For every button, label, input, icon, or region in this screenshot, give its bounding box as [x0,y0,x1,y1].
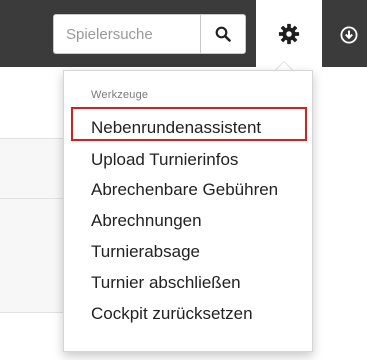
settings-button[interactable] [256,0,322,67]
search-icon [215,26,231,42]
menu-item-nebenrundenassistent[interactable]: Nebenrundenassistent [91,118,261,138]
background-panel [0,138,70,313]
download-icon [340,26,358,44]
download-button[interactable] [331,17,367,53]
tools-dropdown-menu: Werkzeuge Nebenrundenassistent Upload Tu… [63,70,313,352]
gear-icon [278,23,300,44]
search-button[interactable] [200,15,245,53]
menu-item-abrechnungen[interactable]: Abrechnungen [91,211,202,231]
menu-item-upload-turnierinfos[interactable]: Upload Turnierinfos [91,150,238,170]
menu-item-abrechenbare-gebuehren[interactable]: Abrechenbare Gebühren [91,180,278,200]
menu-item-turnier-abschliessen[interactable]: Turnier abschließen [91,273,241,293]
dropdown-header: Werkzeuge [91,89,149,101]
menu-item-turnierabsage[interactable]: Turnierabsage [91,242,200,262]
menu-item-cockpit-zuruecksetzen[interactable]: Cockpit zurücksetzen [91,304,253,324]
top-navbar [0,0,367,67]
player-search-input[interactable] [54,15,200,53]
player-search-group [53,14,246,54]
